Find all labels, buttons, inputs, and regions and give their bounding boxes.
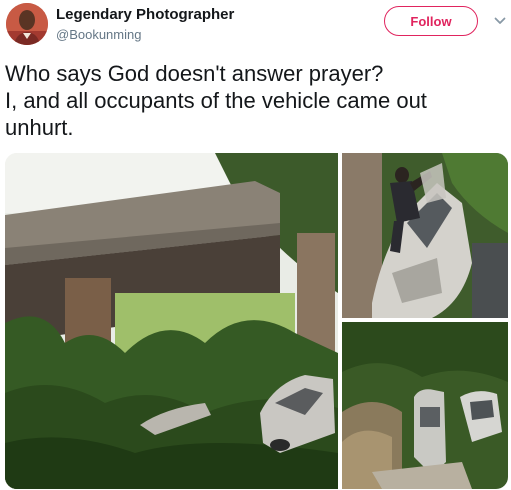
author-names: Legendary Photographer @Bookunming bbox=[56, 5, 234, 44]
tweet-text: Who says God doesn't answer prayer? I, a… bbox=[5, 60, 505, 141]
tweet-card: Legendary Photographer @Bookunming Follo… bbox=[0, 0, 511, 490]
bridge-photo-image bbox=[5, 153, 338, 489]
profile-photo-icon bbox=[6, 3, 48, 45]
media-grid bbox=[5, 153, 508, 489]
tweet-text-line: Who says God doesn't answer prayer? bbox=[5, 61, 384, 86]
photo-car-rescue[interactable] bbox=[342, 153, 508, 318]
author-display-name[interactable]: Legendary Photographer bbox=[56, 5, 234, 25]
author-handle[interactable]: @Bookunming bbox=[56, 26, 234, 44]
author-avatar[interactable] bbox=[6, 3, 48, 45]
undergrowth-photo-image bbox=[342, 322, 508, 489]
photo-bridge-crash[interactable] bbox=[5, 153, 338, 489]
tweet-text-line: I, and all occupants of the vehicle came… bbox=[5, 88, 427, 113]
photo-cars-undergrowth[interactable] bbox=[342, 322, 508, 489]
chevron-down-icon[interactable] bbox=[494, 16, 506, 26]
rescue-photo-image bbox=[342, 153, 508, 318]
tweet-text-line: unhurt. bbox=[5, 115, 74, 140]
follow-button[interactable]: Follow bbox=[384, 6, 478, 36]
